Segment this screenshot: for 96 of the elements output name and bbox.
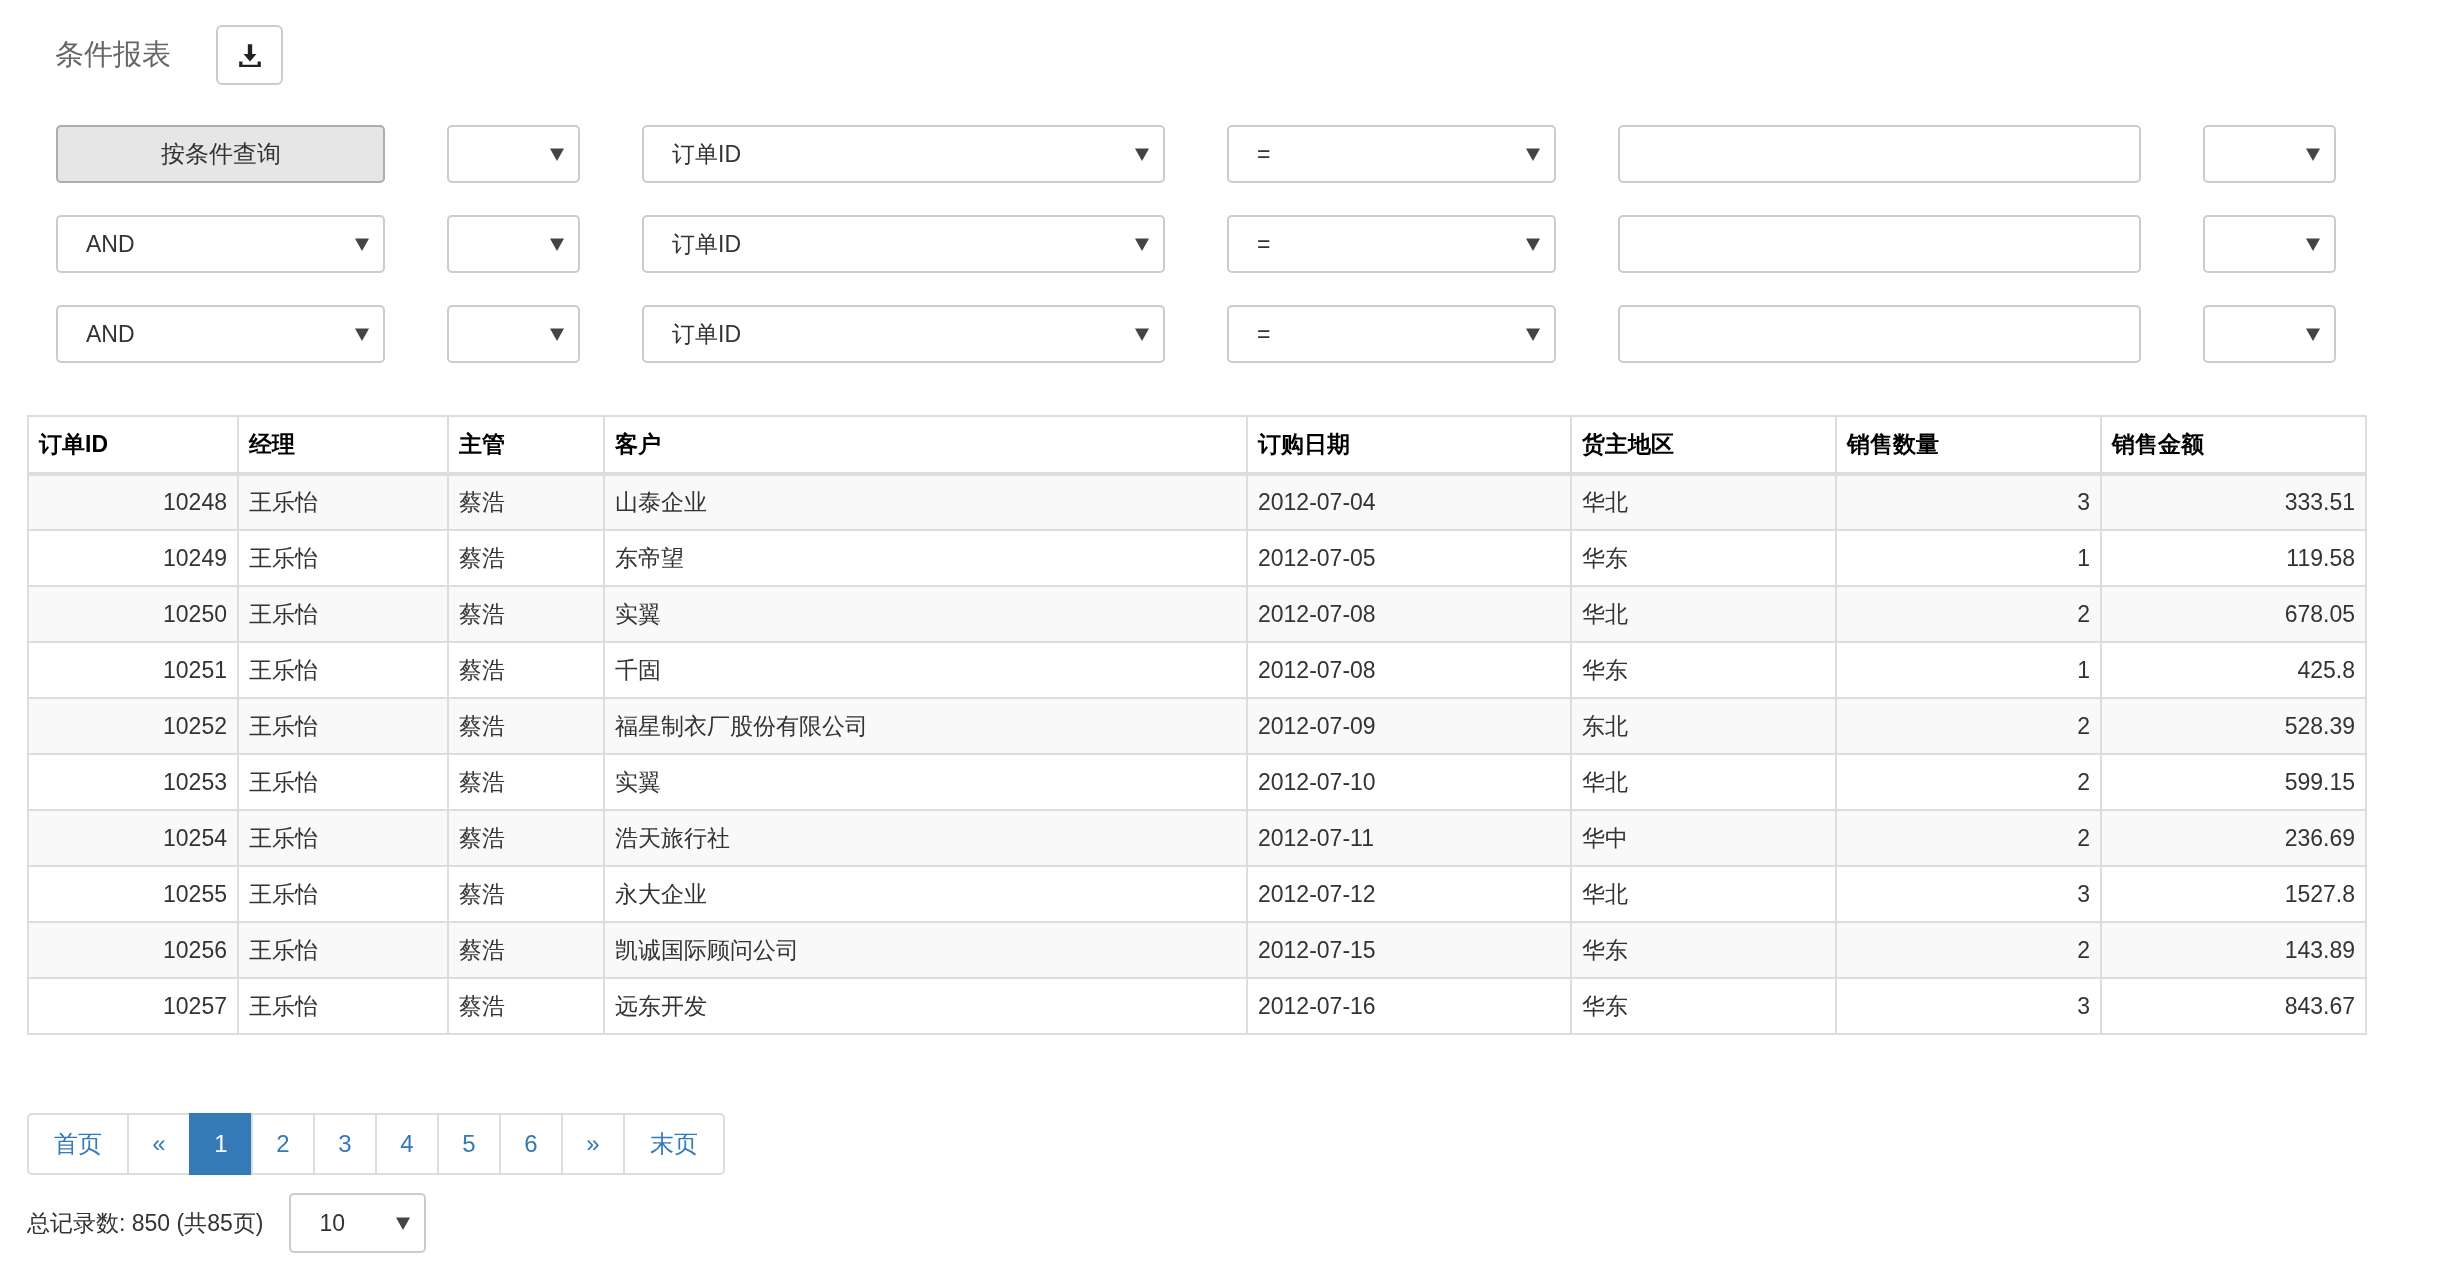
page-size-select[interactable]: 10 [289, 1193, 427, 1253]
logic-select[interactable]: AND [56, 305, 385, 363]
caret-icon [1526, 147, 1540, 161]
caret-icon [550, 327, 564, 341]
table-cell: 2012-07-04 [1247, 474, 1571, 530]
caret-icon [550, 237, 564, 251]
page-link[interactable]: 2 [251, 1113, 315, 1175]
page-link[interactable]: 4 [375, 1113, 439, 1175]
table-cell: 10256 [28, 922, 238, 978]
table-cell: 3 [1836, 474, 2101, 530]
table-cell: 10250 [28, 586, 238, 642]
page-link[interactable]: 首页 [27, 1113, 129, 1175]
value-input[interactable] [1618, 215, 2141, 273]
table-cell: 蔡浩 [448, 698, 604, 754]
caret-icon [1135, 237, 1149, 251]
caret-icon [2306, 147, 2320, 161]
table-cell: 843.67 [2101, 978, 2366, 1034]
page-link[interactable]: » [561, 1113, 625, 1175]
table-cell: 王乐怡 [238, 698, 448, 754]
caret-icon [2306, 327, 2320, 341]
table-cell: 蔡浩 [448, 474, 604, 530]
table-cell: 王乐怡 [238, 586, 448, 642]
table-cell: 东北 [1571, 698, 1836, 754]
table-cell: 华东 [1571, 978, 1836, 1034]
table-cell: 蔡浩 [448, 586, 604, 642]
table-cell: 凯诚国际顾问公司 [604, 922, 1247, 978]
table-cell: 华中 [1571, 810, 1836, 866]
table-cell: 华北 [1571, 474, 1836, 530]
table-cell: 528.39 [2101, 698, 2366, 754]
bracket-select[interactable] [2203, 305, 2336, 363]
table-cell: 10252 [28, 698, 238, 754]
caret-icon [355, 327, 369, 341]
table-cell: 远东开发 [604, 978, 1247, 1034]
report-title: 条件报表 [55, 37, 171, 72]
operator-select[interactable]: = [1227, 215, 1556, 273]
record-count: 总记录数: 850 (共85页) [27, 1208, 264, 1238]
table-cell: 2012-07-16 [1247, 978, 1571, 1034]
page-link[interactable]: 3 [313, 1113, 377, 1175]
logic-select[interactable]: AND [56, 215, 385, 273]
bracket-select[interactable] [447, 305, 580, 363]
table-cell: 王乐怡 [238, 810, 448, 866]
operator-select[interactable]: = [1227, 125, 1556, 183]
field-select[interactable]: 订单ID [642, 215, 1165, 273]
caret-icon [1526, 237, 1540, 251]
table-cell: 678.05 [2101, 586, 2366, 642]
bracket-select[interactable] [447, 125, 580, 183]
caret-icon [1135, 147, 1149, 161]
caret-icon [1526, 327, 1540, 341]
field-select[interactable]: 订单ID [642, 305, 1165, 363]
caret-icon [1135, 327, 1149, 341]
field-select[interactable]: 订单ID [642, 125, 1165, 183]
page-link[interactable]: 5 [437, 1113, 501, 1175]
table-cell: 浩天旅行社 [604, 810, 1247, 866]
table-cell: 2012-07-11 [1247, 810, 1571, 866]
value-input[interactable] [1618, 125, 2141, 183]
page-link[interactable]: 6 [499, 1113, 563, 1175]
page-link[interactable]: 1 [189, 1113, 253, 1175]
table-cell: 王乐怡 [238, 978, 448, 1034]
operator-select[interactable]: = [1227, 305, 1556, 363]
caret-icon [355, 237, 369, 251]
table-cell: 236.69 [2101, 810, 2366, 866]
value-input[interactable] [1618, 305, 2141, 363]
bracket-select[interactable] [2203, 215, 2336, 273]
bracket-select[interactable] [447, 215, 580, 273]
caret-icon [2306, 237, 2320, 251]
query-button[interactable]: 按条件查询 [56, 125, 385, 183]
bracket-select[interactable] [2203, 125, 2336, 183]
table-cell: 2 [1836, 698, 2101, 754]
table-cell: 山泰企业 [604, 474, 1247, 530]
table-cell: 10254 [28, 810, 238, 866]
table-cell: 王乐怡 [238, 474, 448, 530]
caret-icon [550, 147, 564, 161]
table-cell: 华北 [1571, 586, 1836, 642]
table-cell: 10257 [28, 978, 238, 1034]
table-cell: 福星制衣厂股份有限公司 [604, 698, 1247, 754]
table-cell: 10248 [28, 474, 238, 530]
download-icon [236, 42, 263, 68]
table-cell: 蔡浩 [448, 922, 604, 978]
table-cell: 王乐怡 [238, 922, 448, 978]
table-cell: 蔡浩 [448, 810, 604, 866]
table-cell: 2012-07-15 [1247, 922, 1571, 978]
table-cell: 143.89 [2101, 922, 2366, 978]
table-cell: 2012-07-08 [1247, 586, 1571, 642]
page-link[interactable]: 末页 [623, 1113, 725, 1175]
table-cell: 实翼 [604, 586, 1247, 642]
table-cell: 2 [1836, 922, 2101, 978]
download-button[interactable] [216, 25, 283, 85]
caret-icon [396, 1216, 411, 1230]
table-cell: 2 [1836, 810, 2101, 866]
table-cell: 2 [1836, 586, 2101, 642]
page-link[interactable]: « [127, 1113, 191, 1175]
table-cell: 华东 [1571, 922, 1836, 978]
table-cell: 3 [1836, 978, 2101, 1034]
table-cell: 333.51 [2101, 474, 2366, 530]
table-cell: 2012-07-09 [1247, 698, 1571, 754]
table-cell: 蔡浩 [448, 978, 604, 1034]
